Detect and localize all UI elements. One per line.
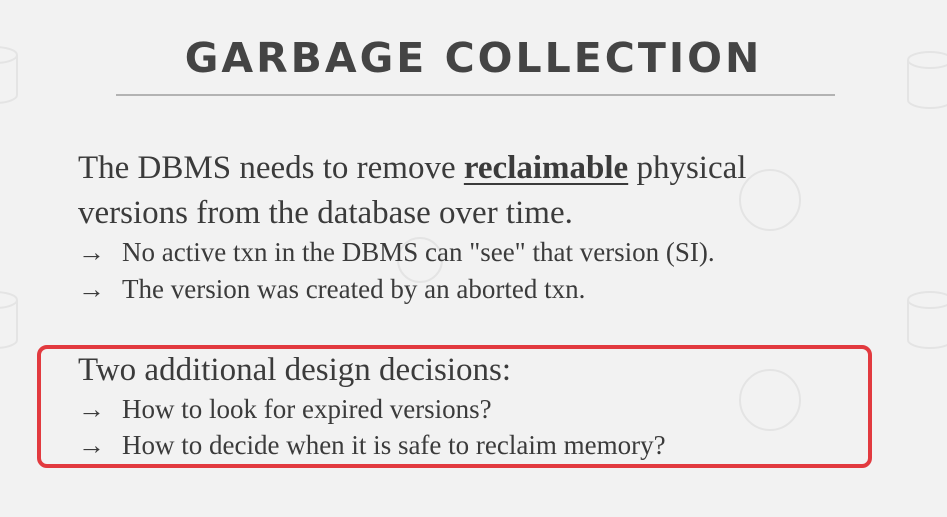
bullet-text: The version was created by an aborted tx… [122,274,586,304]
arrow-icon: → [78,430,105,460]
design-bullet-text: How to decide when it is safe to reclaim… [122,430,666,460]
intro-line-1: The DBMS needs to remove reclaimable phy… [78,152,746,185]
bullet-item: → No active txn in the DBMS can "see" tha… [78,239,715,266]
intro-text-start: The DBMS needs to remove [78,150,464,186]
design-bullet-item: → How to look for expired versions? [78,396,492,423]
bullet-text: No active txn in the DBMS can "see" that… [122,237,715,267]
slide-title: GARBAGE COLLECTION [184,34,763,82]
design-bullet-item: → How to decide when it is safe to reclai… [78,432,666,459]
emphasis-reclaimable: reclaimable [463,150,629,186]
intro-text-end: physical [628,150,747,186]
arrow-icon: → [78,394,105,424]
arrow-icon: → [78,237,105,267]
intro-line-2: versions from the database over time. [78,195,573,231]
design-heading: Two additional design decisions: [78,352,512,388]
bullet-item: → The version was created by an aborted t… [78,276,585,303]
arrow-icon: → [78,274,105,304]
design-bullet-text: How to look for expired versions? [122,394,492,424]
title-divider [116,94,835,96]
